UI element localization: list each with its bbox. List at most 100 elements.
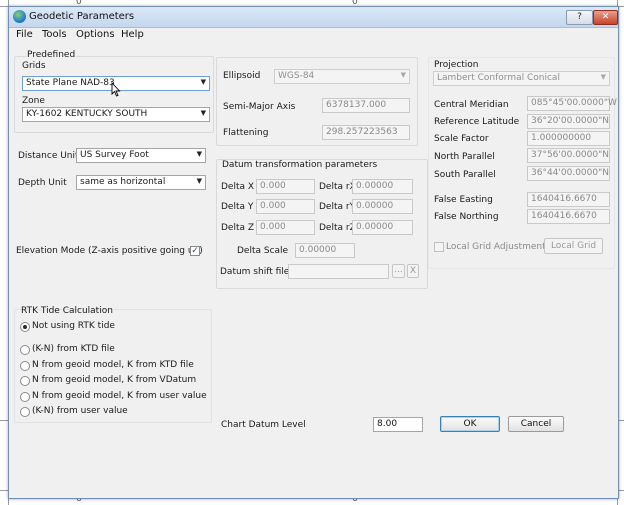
delta-ry-value: 0.00000 <box>356 201 394 211</box>
delta-scale-value: 0.00000 <box>299 245 337 255</box>
menu-file[interactable]: File <box>16 29 33 40</box>
flattening-label: Flattening <box>223 128 269 138</box>
rtk-option-label: Not using RTK tide <box>32 321 115 331</box>
delta-scale-label: Delta Scale <box>237 246 289 256</box>
north-parallel-label: North Parallel <box>434 152 495 162</box>
elevation-mode-label: Elevation Mode (Z-axis positive going up… <box>16 246 203 256</box>
south-parallel-field[interactable]: 36°44'00.0000"N <box>527 166 610 181</box>
semi-major-axis-field[interactable]: 6378137.000 <box>322 98 410 113</box>
datum-shift-file-label: Datum shift file <box>220 267 290 277</box>
datum-transformation-label: Datum transformation parameters <box>222 160 378 170</box>
globe-icon <box>13 10 26 23</box>
delta-y-value: 0.000 <box>260 201 286 211</box>
menu-tools[interactable]: Tools <box>42 29 67 40</box>
menu-bar: File Tools Options Help <box>9 28 618 42</box>
delta-rz-field[interactable]: 0.00000 <box>352 220 413 235</box>
rtk-option-radio[interactable] <box>20 361 30 371</box>
grids-value: State Plane NAD-83 <box>26 78 115 88</box>
projection-label: Projection <box>434 60 479 70</box>
delta-rx-field[interactable]: 0.00000 <box>352 179 413 194</box>
delta-scale-field[interactable]: 0.00000 <box>295 243 355 258</box>
delta-y-field[interactable]: 0.000 <box>256 199 315 214</box>
elevation-mode-checkbox[interactable]: ✓ <box>190 246 200 256</box>
menu-options[interactable]: Options <box>76 29 115 40</box>
distance-unit-label: Distance Unit <box>18 151 79 161</box>
rtk-option-label: N from geoid model, K from user value <box>32 391 207 401</box>
north-parallel-value: 37°56'00.0000"N <box>531 150 609 160</box>
delta-z-value: 0.000 <box>260 222 286 232</box>
scale-factor-field[interactable]: 1.000000000 <box>527 131 610 146</box>
semi-major-axis-value: 6378137.000 <box>326 100 387 110</box>
false-easting-field[interactable]: 1640416.6670 <box>527 192 610 207</box>
central-meridian-field[interactable]: 085°45'00.0000"W <box>527 96 617 111</box>
delta-rz-value: 0.00000 <box>356 222 394 232</box>
browse-shift-file-button[interactable]: ... <box>392 264 405 278</box>
flattening-value: 298.257223563 <box>326 127 398 137</box>
false-easting-label: False Easting <box>434 195 493 205</box>
help-title-button[interactable]: ? <box>566 10 593 25</box>
ellipsoid-label: Ellipsoid <box>223 71 261 81</box>
scale-factor-label: Scale Factor <box>434 134 489 144</box>
rtk-option-radio[interactable] <box>20 392 30 402</box>
rtk-option-radio[interactable] <box>20 376 30 386</box>
delta-ry-field[interactable]: 0.00000 <box>352 199 413 214</box>
ellipsoid-select[interactable]: WGS-84 ▼ <box>274 69 410 84</box>
cancel-button[interactable]: Cancel <box>508 416 564 432</box>
depth-unit-value: same as horizontal <box>80 177 166 187</box>
datum-shift-file-field[interactable] <box>288 264 389 279</box>
rtk-option-label: (K-N) from KTD file <box>32 344 115 354</box>
delta-rx-value: 0.00000 <box>356 181 394 191</box>
zone-label: Zone <box>22 96 45 106</box>
menu-help[interactable]: Help <box>121 29 144 40</box>
rtk-tide-label: RTK Tide Calculation <box>21 306 113 316</box>
rtk-option-radio[interactable] <box>20 345 30 355</box>
false-easting-value: 1640416.6670 <box>531 194 597 204</box>
false-northing-field[interactable]: 1640416.6670 <box>527 209 610 224</box>
chart-datum-level-field[interactable]: 8.00 <box>373 417 423 432</box>
distance-unit-select[interactable]: US Survey Foot ▼ <box>76 148 206 163</box>
chevron-down-icon: ▼ <box>200 78 206 86</box>
flattening-field[interactable]: 298.257223563 <box>322 125 410 140</box>
local-grid-button[interactable]: Local Grid <box>544 238 603 254</box>
depth-unit-select[interactable]: same as horizontal ▼ <box>76 175 206 190</box>
distance-unit-value: US Survey Foot <box>80 150 149 160</box>
delta-y-label: Delta Y <box>221 202 254 212</box>
central-meridian-value: 085°45'00.0000"W <box>531 98 617 108</box>
zone-select[interactable]: KY-1602 KENTUCKY SOUTH ▼ <box>22 107 210 122</box>
delta-rx-label: Delta rX <box>319 182 356 192</box>
title-bar[interactable]: Geodetic Parameters ? ✕ <box>9 7 618 28</box>
chevron-down-icon: ▼ <box>400 71 406 79</box>
reference-latitude-value: 36°20'00.0000"N <box>531 116 609 126</box>
delta-z-label: Delta Z <box>221 223 255 233</box>
false-northing-value: 1640416.6670 <box>531 211 597 221</box>
south-parallel-label: South Parallel <box>434 170 496 180</box>
delta-x-value: 0.000 <box>260 181 286 191</box>
chevron-down-icon: ▼ <box>600 73 606 81</box>
north-parallel-field[interactable]: 37°56'00.0000"N <box>527 148 610 163</box>
zone-value: KY-1602 KENTUCKY SOUTH <box>26 109 148 119</box>
semi-major-axis-label: Semi-Major Axis <box>223 102 296 112</box>
local-grid-adjustment-checkbox[interactable] <box>434 242 444 252</box>
grids-label: Grids <box>22 61 46 71</box>
reference-latitude-field[interactable]: 36°20'00.0000"N <box>527 114 610 129</box>
chart-datum-level-label: Chart Datum Level <box>221 420 306 430</box>
south-parallel-value: 36°44'00.0000"N <box>531 168 609 178</box>
scale-factor-value: 1.000000000 <box>531 133 592 143</box>
delta-x-field[interactable]: 0.000 <box>256 179 315 194</box>
clear-shift-file-button[interactable]: X <box>407 264 419 278</box>
delta-z-field[interactable]: 0.000 <box>256 220 315 235</box>
close-button[interactable]: ✕ <box>593 10 618 25</box>
delta-ry-label: Delta rY <box>319 202 356 212</box>
rtk-option-radio[interactable] <box>20 407 30 417</box>
window-title: Geodetic Parameters <box>29 11 135 22</box>
rtk-option-radio[interactable] <box>20 322 30 332</box>
projection-value: Lambert Conformal Conical <box>437 73 560 83</box>
central-meridian-label: Central Meridian <box>434 100 509 110</box>
projection-select[interactable]: Lambert Conformal Conical ▼ <box>433 71 610 86</box>
delta-x-label: Delta X <box>221 182 255 192</box>
false-northing-label: False Northing <box>434 212 499 222</box>
rtk-option-label: (K-N) from user value <box>32 406 128 416</box>
ok-button[interactable]: OK <box>440 416 500 432</box>
rtk-option-label: N from geoid model, K from KTD file <box>32 360 194 370</box>
chart-datum-level-value: 8.00 <box>377 419 398 429</box>
